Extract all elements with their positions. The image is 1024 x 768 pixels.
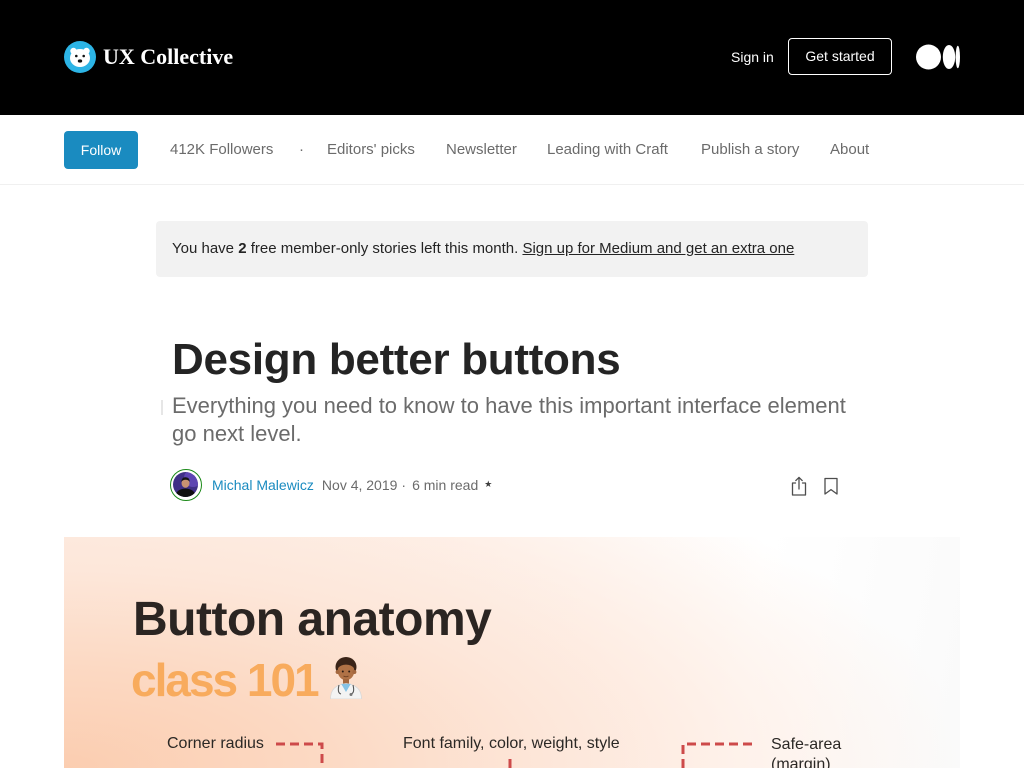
safe-area-label: Safe-area (margin)	[771, 736, 842, 768]
nav-separator: ·	[299, 141, 304, 158]
article-subtitle: Everything you need to know to have this…	[172, 393, 846, 446]
corner-radius-guide	[276, 742, 324, 768]
top-header: UX Collective Sign in Get started	[0, 0, 1024, 115]
bookmark-icon[interactable]	[822, 476, 840, 496]
author-name-link[interactable]: Michal Malewicz	[212, 475, 314, 495]
member-stories-banner: You have 2 free member-only stories left…	[156, 221, 868, 277]
ux-collective-logo-icon	[64, 41, 96, 73]
hero-image: Button anatomy class 101 Corner radius F…	[64, 537, 960, 768]
subtitle-edge-mark	[161, 400, 163, 415]
author-avatar-image	[173, 472, 198, 497]
font-label: Font family, color, weight, style	[403, 735, 620, 752]
read-time: 6 min read	[412, 477, 479, 493]
nav-link-editors-picks[interactable]: Editors' picks	[327, 140, 415, 160]
medium-logo-icon[interactable]	[916, 44, 960, 70]
nav-link-leading-with-craft[interactable]: Leading with Craft	[547, 140, 668, 160]
publish-date: Nov 4, 2019	[321, 477, 398, 493]
banner-text-middle: free member-only stories left this month…	[246, 240, 523, 257]
free-stories-count: 2	[238, 240, 247, 257]
nav-link-publish-a-story[interactable]: Publish a story	[701, 140, 799, 160]
publication-nav: Follow 412K Followers · Editors' picks N…	[0, 115, 1024, 185]
member-only-star-icon: ★	[484, 480, 493, 490]
sign-up-link[interactable]: Sign up for Medium and get an extra one	[522, 240, 794, 257]
meta-separator: ·	[401, 477, 407, 493]
author-avatar[interactable]	[170, 469, 202, 501]
article-byline: Michal Malewicz Nov 4, 2019 · 6 min read…	[170, 469, 492, 501]
follow-button[interactable]: Follow	[64, 131, 138, 169]
nav-link-newsletter[interactable]: Newsletter	[446, 140, 517, 160]
get-started-button[interactable]: Get started	[788, 38, 892, 75]
publication-name: UX Collective	[103, 44, 234, 69]
safe-area-guide	[681, 742, 757, 768]
sign-in-link[interactable]: Sign in	[731, 47, 774, 67]
share-icon[interactable]	[789, 475, 809, 497]
banner-text-prefix: You have	[172, 240, 239, 257]
followers-count-link[interactable]: 412K Followers	[170, 140, 273, 160]
nav-link-about[interactable]: About	[830, 140, 869, 160]
corner-radius-label: Corner radius	[167, 735, 264, 752]
publication-home-link[interactable]: UX Collective	[64, 41, 233, 73]
article-title: Design better buttons	[172, 335, 621, 384]
